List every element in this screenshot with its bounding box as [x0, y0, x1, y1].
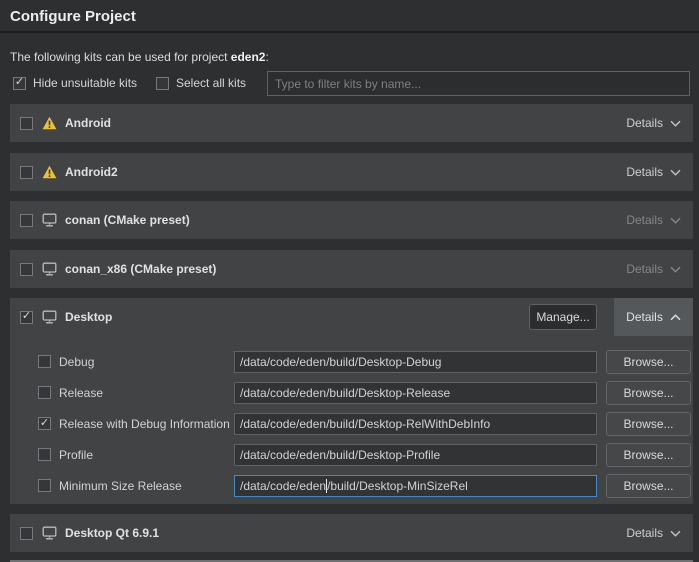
kits-description-prefix: The following kits can be used for proje…	[10, 50, 231, 64]
configure-project-page: Configure Project The following kits can…	[0, 0, 699, 562]
path-text-before-caret: /data/code/eden	[240, 479, 326, 493]
hide-unsuitable-kits-checkbox-group[interactable]: Hide unsuitable kits	[13, 76, 137, 90]
warning-icon	[42, 165, 57, 179]
kit-row-conan-x86[interactable]: conan_x86 (CMake preset) Details	[10, 250, 693, 288]
kit-name-conan: conan (CMake preset)	[65, 213, 190, 227]
warning-icon	[42, 116, 57, 130]
details-button-desktop[interactable]: Details	[614, 298, 693, 336]
chevron-down-icon	[670, 116, 681, 130]
browse-button-minsizerel[interactable]: Browse...	[606, 474, 691, 498]
config-checkbox-relwithdebinfo[interactable]	[38, 417, 51, 430]
config-row-release: Release Browse...	[10, 381, 693, 405]
details-label: Details	[626, 310, 663, 324]
browse-button-debug[interactable]: Browse...	[606, 350, 691, 374]
config-label-relwithdebinfo: Release with Debug Information	[59, 417, 230, 431]
build-dir-input-debug[interactable]	[234, 351, 597, 373]
chevron-down-icon	[670, 262, 681, 276]
config-label-release: Release	[59, 386, 103, 400]
kit-checkbox-conan[interactable]	[20, 214, 33, 227]
monitor-icon	[42, 262, 57, 276]
kits-description: The following kits can be used for proje…	[10, 50, 269, 64]
details-button-conan[interactable]: Details	[614, 201, 693, 239]
chevron-down-icon	[670, 213, 681, 227]
config-label-debug: Debug	[59, 355, 94, 369]
config-label-profile: Profile	[59, 448, 93, 462]
select-all-label: Select all kits	[176, 76, 246, 90]
details-label: Details	[626, 526, 663, 540]
kit-panel-desktop: Desktop Manage... Details Debug Browse..…	[10, 298, 693, 504]
config-row-minsizerel: Minimum Size Release /data/code/eden/bui…	[10, 474, 693, 498]
config-row-debug: Debug Browse...	[10, 350, 693, 374]
details-button-desktop-qt[interactable]: Details	[614, 514, 693, 552]
details-button-conan-x86[interactable]: Details	[614, 250, 693, 288]
browse-button-relwithdebinfo[interactable]: Browse...	[606, 412, 691, 436]
monitor-icon	[42, 526, 57, 540]
build-dir-input-relwithdebinfo[interactable]	[234, 413, 597, 435]
title-separator	[0, 31, 699, 33]
config-checkbox-release[interactable]	[38, 386, 51, 399]
path-text-after-caret: /build/Desktop-MinSizeRel	[327, 479, 468, 493]
config-row-profile: Profile Browse...	[10, 443, 693, 467]
kit-name-android: Android	[65, 116, 111, 130]
config-label-minsizerel: Minimum Size Release	[59, 479, 182, 493]
build-dir-input-release[interactable]	[234, 382, 597, 404]
kit-name-android2: Android2	[65, 165, 118, 179]
kit-name-desktop-qt: Desktop Qt 6.9.1	[65, 526, 159, 540]
kit-row-android2[interactable]: Android2 Details	[10, 153, 693, 191]
config-checkbox-minsizerel[interactable]	[38, 479, 51, 492]
select-all-kits-checkbox-group[interactable]: Select all kits	[156, 76, 246, 90]
kit-row-desktop[interactable]: Desktop Manage... Details	[10, 298, 693, 336]
browse-button-profile[interactable]: Browse...	[606, 443, 691, 467]
details-button-android2[interactable]: Details	[614, 153, 693, 191]
chevron-down-icon	[670, 526, 681, 540]
chevron-up-icon	[670, 310, 681, 324]
build-dir-input-minsizerel[interactable]: /data/code/eden/build/Desktop-MinSizeRel	[234, 475, 597, 497]
details-label: Details	[626, 116, 663, 130]
hide-unsuitable-checkbox[interactable]	[13, 77, 26, 90]
chevron-down-icon	[670, 165, 681, 179]
monitor-icon	[42, 310, 57, 324]
hide-unsuitable-label: Hide unsuitable kits	[33, 76, 137, 90]
config-row-relwithdebinfo: Release with Debug Information Browse...	[10, 412, 693, 436]
details-button-android[interactable]: Details	[614, 104, 693, 142]
kits-description-suffix: :	[265, 50, 268, 64]
kit-name-desktop: Desktop	[65, 310, 112, 324]
kit-row-conan[interactable]: conan (CMake preset) Details	[10, 201, 693, 239]
kit-checkbox-android2[interactable]	[20, 166, 33, 179]
kit-checkbox-android[interactable]	[20, 117, 33, 130]
details-label: Details	[626, 262, 663, 276]
kit-row-desktop-qt[interactable]: Desktop Qt 6.9.1 Details	[10, 514, 693, 552]
select-all-checkbox[interactable]	[156, 77, 169, 90]
project-name: eden2	[231, 50, 266, 64]
config-checkbox-debug[interactable]	[38, 355, 51, 368]
details-label: Details	[626, 165, 663, 179]
details-label: Details	[626, 213, 663, 227]
config-checkbox-profile[interactable]	[38, 448, 51, 461]
kit-name-conan-x86: conan_x86 (CMake preset)	[65, 262, 216, 276]
kit-checkbox-desktop-qt[interactable]	[20, 527, 33, 540]
kit-checkbox-desktop[interactable]	[20, 311, 33, 324]
browse-button-release[interactable]: Browse...	[606, 381, 691, 405]
build-dir-input-profile[interactable]	[234, 444, 597, 466]
kit-checkbox-conan-x86[interactable]	[20, 263, 33, 276]
manage-button[interactable]: Manage...	[529, 304, 597, 330]
monitor-icon	[42, 213, 57, 227]
kit-row-android[interactable]: Android Details	[10, 104, 693, 142]
kit-filter-input[interactable]	[267, 71, 690, 96]
page-title: Configure Project	[10, 8, 136, 25]
